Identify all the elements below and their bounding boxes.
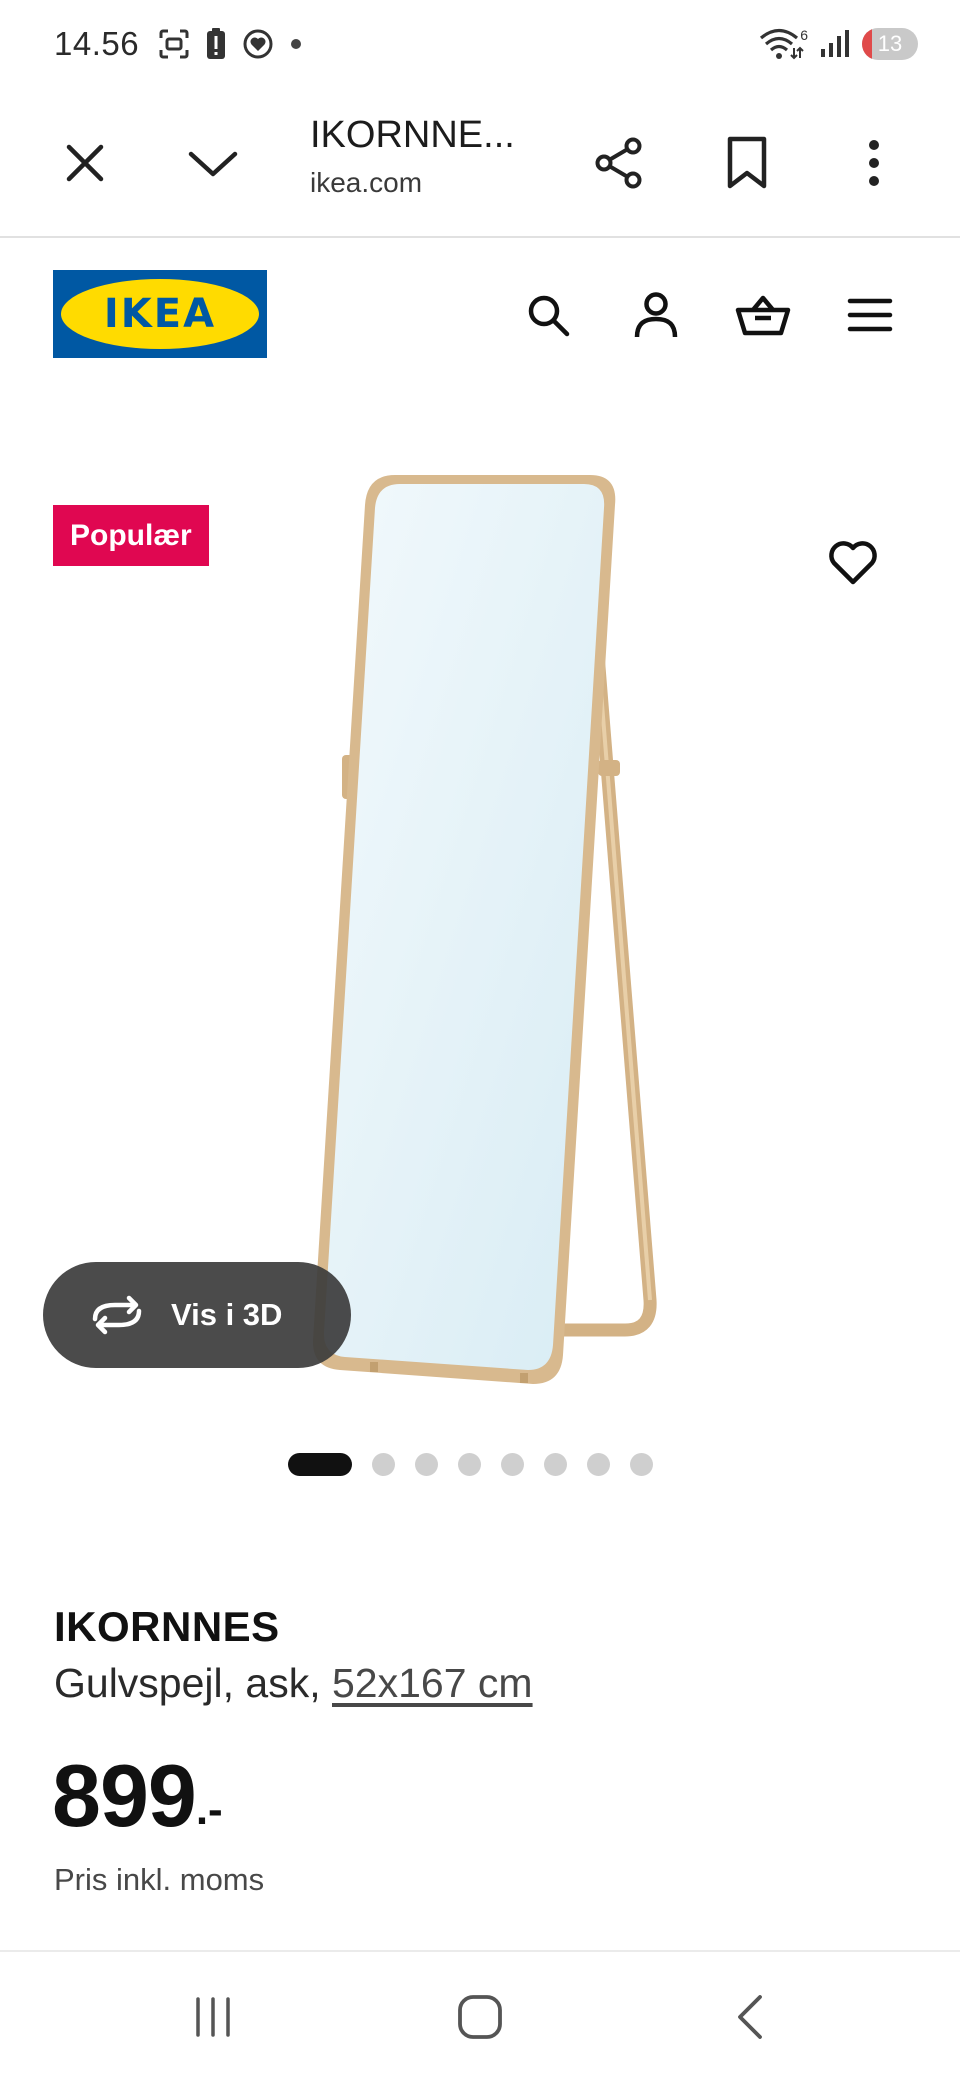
gallery-dot[interactable] [414, 1452, 438, 1476]
bookmark-icon [727, 136, 767, 189]
close-icon [66, 144, 104, 182]
user-icon [634, 292, 678, 338]
site-header: IKEA [0, 240, 960, 380]
logo-text: IKEA [103, 291, 217, 337]
price-suffix: .- [195, 1785, 223, 1834]
chevron-down-icon [188, 151, 238, 177]
home-icon [458, 1995, 502, 2039]
screenshot-icon [159, 29, 189, 59]
share-icon [595, 137, 642, 189]
account-button[interactable] [621, 280, 691, 350]
search-icon [528, 295, 570, 337]
home-button[interactable] [420, 1952, 540, 2080]
heart-icon [829, 541, 877, 585]
ikea-logo[interactable]: IKEA [53, 270, 267, 358]
recent-apps-button[interactable] [153, 1952, 273, 2080]
dot-icon [291, 39, 302, 49]
status-notification-icons [157, 27, 303, 61]
product-description-text: Gulvspejl, ask, [54, 1660, 332, 1706]
battery-indicator: 13 [862, 28, 918, 60]
price-note: Pris inkl. moms [54, 1862, 265, 1897]
product-name: IKORNNES [54, 1603, 280, 1650]
basket-icon [735, 295, 791, 336]
page-domain: ikea.com [310, 167, 423, 198]
gallery-dot[interactable] [457, 1452, 481, 1476]
page-title: IKORNNE... [310, 114, 515, 156]
gallery-dot[interactable] [629, 1452, 653, 1476]
back-chevron-icon [738, 1995, 762, 2039]
product-dimensions-link[interactable]: 52x167 cm [332, 1660, 533, 1706]
hamburger-menu-icon [847, 298, 893, 332]
status-bar: 14.56 6 13 [0, 0, 960, 88]
view-3d-button[interactable]: Vis i 3D [43, 1262, 351, 1368]
page: 14.56 6 13 IKORNNE... ikea.com IKEA Popu… [0, 0, 960, 2080]
browser-toolbar: IKORNNE... ikea.com [0, 88, 960, 238]
popular-badge-label: Populær [70, 518, 192, 552]
cart-button[interactable] [728, 280, 798, 350]
logo-oval: IKEA [61, 279, 259, 349]
price-amount: 899 [52, 1746, 197, 1845]
url-block[interactable]: IKORNNE... ikea.com [310, 114, 560, 199]
back-button[interactable] [690, 1952, 810, 2080]
search-button[interactable] [513, 280, 583, 350]
more-vertical-icon [869, 140, 879, 186]
product-image-gallery[interactable]: Populær Vis i 3D [0, 380, 960, 1400]
popular-badge: Populær [53, 505, 209, 566]
rotate-3d-icon [92, 1295, 142, 1335]
gallery-pagination [0, 1452, 960, 1476]
recent-apps-icon [196, 1997, 230, 2037]
view-3d-label: Vis i 3D [171, 1297, 283, 1332]
product-price: 899 .- [52, 1752, 223, 1840]
menu-button[interactable] [835, 280, 905, 350]
more-options-button[interactable] [826, 88, 922, 238]
gallery-dot[interactable] [543, 1452, 567, 1476]
battery-level: 13 [877, 31, 903, 56]
close-tab-button[interactable] [37, 88, 133, 238]
gallery-dot[interactable] [371, 1452, 395, 1476]
product-description: Gulvspejl, ask, 52x167 cm [54, 1660, 533, 1707]
wifi-badge: 6 [800, 27, 808, 43]
status-time: 14.56 [54, 25, 140, 62]
share-button[interactable] [571, 88, 667, 238]
favorite-button[interactable] [818, 528, 888, 598]
status-system-icons: 6 13 [758, 26, 918, 62]
wifi-icon [760, 28, 804, 60]
battery-alert-icon [207, 28, 226, 59]
gallery-dot-active[interactable] [287, 1452, 352, 1476]
gallery-dot[interactable] [586, 1452, 610, 1476]
gallery-dot[interactable] [500, 1452, 524, 1476]
system-nav-bar [0, 1950, 960, 2080]
health-icon [243, 29, 273, 59]
signal-icon [821, 30, 849, 57]
minimize-button[interactable] [165, 88, 261, 238]
bookmark-button[interactable] [699, 88, 795, 238]
